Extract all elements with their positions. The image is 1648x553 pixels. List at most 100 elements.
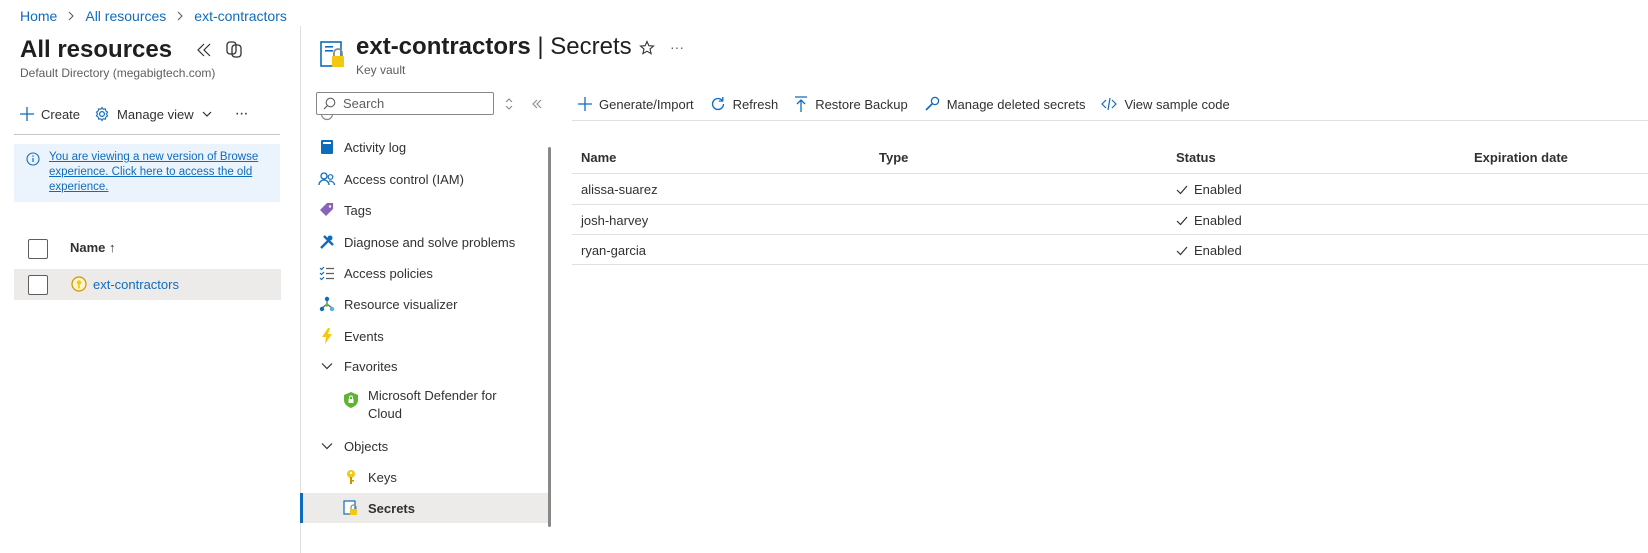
nav-scrollbar[interactable] — [548, 147, 551, 527]
restore-backup-label: Restore Backup — [815, 96, 908, 112]
nav-group-objects[interactable]: Objects — [302, 431, 548, 461]
plus-icon — [20, 107, 34, 121]
list-item[interactable]: ext-contractors — [14, 269, 281, 300]
toolbar-divider — [572, 120, 1648, 121]
nav-group-favorites[interactable]: Favorites — [302, 351, 548, 381]
nav-item-label: Microsoft Defender for Cloud — [368, 388, 497, 421]
vault-name: ext-contractors — [356, 33, 531, 60]
nav-item-access-control[interactable]: Access control (IAM) — [302, 164, 548, 194]
nav-item-secrets[interactable]: Secrets — [300, 493, 548, 523]
status-cell: Enabled — [1176, 213, 1242, 228]
create-button[interactable]: Create — [20, 107, 80, 122]
page-title: ext-contractors | Secrets — [356, 33, 632, 61]
blade-separator — [300, 26, 301, 553]
double-chevron-left-icon[interactable] — [531, 98, 543, 110]
nav-item-label: Access policies — [344, 265, 433, 281]
section-name: Secrets — [550, 33, 632, 60]
status-cell: Enabled — [1176, 182, 1242, 197]
select-all-checkbox[interactable] — [28, 239, 48, 259]
shield-icon — [342, 391, 360, 409]
nav-item-label: Activity log — [344, 139, 407, 155]
nav-item-keys[interactable]: Keys — [302, 462, 548, 492]
row-divider — [572, 234, 1648, 235]
manage-deleted-label: Manage deleted secrets — [946, 96, 1086, 112]
row-divider — [572, 264, 1648, 265]
nav-item-resource-visualizer[interactable]: Resource visualizer — [302, 289, 548, 319]
lightning-icon — [318, 327, 336, 345]
old-experience-link[interactable]: You are viewing a new version of Browse … — [49, 150, 274, 195]
status-text: Enabled — [1194, 213, 1242, 228]
nav-item-events[interactable]: Events — [302, 321, 548, 351]
resource-link[interactable]: ext-contractors — [93, 277, 179, 292]
secret-name-link[interactable]: josh-harvey — [581, 213, 648, 228]
view-sample-code-button[interactable]: View sample code — [1101, 96, 1230, 112]
nav-item-tags[interactable]: Tags — [302, 195, 548, 225]
nav-item-diagnose[interactable]: Diagnose and solve problems — [302, 227, 548, 257]
column-header-type[interactable]: Type — [879, 150, 908, 165]
expand-collapse-icon[interactable] — [504, 98, 514, 110]
view-sample-label: View sample code — [1124, 96, 1230, 112]
more-options-button[interactable]: ··· — [670, 39, 684, 55]
column-header-status[interactable]: Status — [1176, 150, 1216, 165]
generate-import-button[interactable]: Generate/Import — [578, 97, 694, 112]
manage-view-label: Manage view — [117, 106, 194, 122]
nav-item-access-policies[interactable]: Access policies — [302, 258, 548, 288]
divider — [14, 134, 280, 135]
column-header-expiration[interactable]: Expiration date — [1474, 150, 1568, 165]
nav-item-label: Access control (IAM) — [344, 171, 464, 187]
row-checkbox[interactable] — [28, 275, 48, 295]
name-column-header[interactable]: Name ↑ — [70, 240, 116, 255]
nav-item-label: Keys — [368, 469, 397, 485]
nav-item-label: Resource visualizer — [344, 296, 458, 312]
checklist-icon — [318, 264, 336, 282]
breadcrumb-all-resources[interactable]: All resources — [85, 8, 166, 24]
tag-icon — [318, 201, 336, 219]
partial-nav-icon — [320, 115, 334, 121]
left-command-bar: Create Manage view ··· — [20, 104, 262, 124]
directory-label: Default Directory (megabigtech.com) — [20, 66, 216, 80]
breadcrumb: Home All resources ext-contractors — [20, 8, 287, 24]
status-text: Enabled — [1194, 182, 1242, 197]
copilot-icon[interactable] — [224, 39, 244, 59]
refresh-button[interactable]: Refresh — [710, 96, 778, 112]
secret-name-link[interactable]: ryan-garcia — [581, 243, 646, 258]
nav-search-input[interactable]: Search — [316, 92, 494, 115]
nav-item-label: Tags — [344, 202, 372, 218]
nav-item-activity-log[interactable]: Activity log — [302, 132, 548, 162]
column-header-name[interactable]: Name — [581, 150, 616, 165]
title-separator: | — [537, 33, 544, 60]
nav-item-label: Secrets — [368, 500, 415, 516]
list-header: Name ↑ — [28, 238, 280, 260]
chevron-down-icon — [318, 357, 336, 375]
star-icon[interactable] — [639, 40, 655, 56]
status-cell: Enabled — [1176, 243, 1242, 258]
more-options-button[interactable]: ··· — [235, 105, 249, 123]
info-icon — [26, 152, 40, 166]
manage-deleted-secrets-button[interactable]: Manage deleted secrets — [924, 96, 1086, 112]
checkmark-icon — [1176, 246, 1188, 255]
refresh-icon — [711, 97, 724, 111]
secrets-toolbar: Generate/Import Refresh Restore Backup M… — [578, 94, 1246, 114]
breadcrumb-home[interactable]: Home — [20, 8, 57, 24]
key-icon — [342, 468, 360, 486]
restore-backup-button[interactable]: Restore Backup — [794, 96, 908, 112]
chevron-down-icon — [202, 111, 212, 117]
checkmark-icon — [1176, 216, 1188, 225]
manage-view-button[interactable]: Manage view — [94, 106, 213, 122]
gear-icon — [95, 106, 109, 122]
create-label: Create — [41, 106, 81, 122]
circle-icon — [320, 115, 334, 121]
breadcrumb-current[interactable]: ext-contractors — [194, 8, 287, 24]
search-icon — [323, 97, 336, 110]
key-vault-icon — [320, 41, 344, 67]
chevron-right-icon — [177, 11, 184, 21]
hierarchy-icon — [318, 295, 336, 313]
double-chevron-left-icon[interactable] — [194, 40, 214, 60]
nav-group-label: Objects — [344, 438, 389, 454]
checkmark-icon — [1176, 185, 1188, 194]
plus-icon — [578, 97, 592, 111]
secret-name-link[interactable]: alissa-suarez — [581, 182, 658, 197]
nav-item-defender[interactable]: Microsoft Defender for Cloud — [302, 387, 548, 427]
chevron-down-icon — [318, 437, 336, 455]
wrench-icon — [925, 96, 939, 111]
